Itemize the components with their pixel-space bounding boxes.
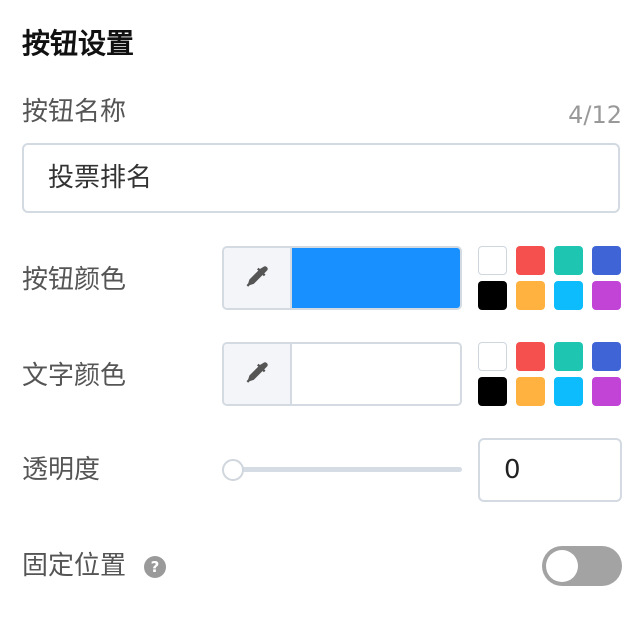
opacity-slider-thumb[interactable]	[222, 459, 244, 481]
text-color-eyedropper-button[interactable]	[224, 344, 292, 404]
color-preset-swatch[interactable]	[554, 342, 583, 371]
color-preset-swatch[interactable]	[516, 342, 545, 371]
fixed-position-toggle[interactable]	[542, 546, 622, 586]
color-preset-swatch[interactable]	[554, 246, 583, 275]
opacity-slider-track[interactable]	[232, 467, 462, 472]
opacity-label: 透明度	[22, 455, 101, 485]
button-color-presets	[478, 246, 622, 310]
color-preset-swatch[interactable]	[478, 281, 507, 310]
question-circle-icon[interactable]: ?	[144, 556, 166, 578]
color-preset-swatch[interactable]	[592, 246, 621, 275]
text-color-presets	[478, 342, 622, 406]
color-preset-swatch[interactable]	[478, 342, 507, 371]
text-color-current-swatch	[292, 344, 460, 404]
color-preset-swatch[interactable]	[592, 281, 621, 310]
text-color-picker[interactable]	[222, 342, 462, 406]
fixed-position-label: 固定位置	[22, 551, 127, 581]
button-color-current-swatch	[292, 248, 460, 308]
color-preset-swatch[interactable]	[516, 246, 545, 275]
color-preset-swatch[interactable]	[592, 377, 621, 406]
color-preset-swatch[interactable]	[478, 246, 507, 275]
color-preset-swatch[interactable]	[516, 281, 545, 310]
color-preset-swatch[interactable]	[554, 377, 583, 406]
button-name-label: 按钮名称	[22, 97, 127, 127]
settings-title: 按钮设置	[22, 27, 135, 60]
opacity-input[interactable]: 0	[478, 438, 622, 502]
button-color-picker[interactable]	[222, 246, 462, 310]
button-color-label: 按钮颜色	[22, 265, 127, 295]
color-preset-swatch[interactable]	[478, 377, 507, 406]
button-name-input[interactable]: 投票排名	[22, 143, 620, 213]
color-preset-swatch[interactable]	[516, 377, 545, 406]
button-color-eyedropper-button[interactable]	[224, 248, 292, 308]
eyedropper-icon	[246, 266, 268, 287]
text-color-label: 文字颜色	[22, 361, 127, 391]
color-preset-swatch[interactable]	[554, 281, 583, 310]
color-preset-swatch[interactable]	[592, 342, 621, 371]
button-name-counter: 4/12	[568, 101, 622, 129]
toggle-knob	[546, 550, 578, 582]
eyedropper-icon	[246, 362, 268, 383]
